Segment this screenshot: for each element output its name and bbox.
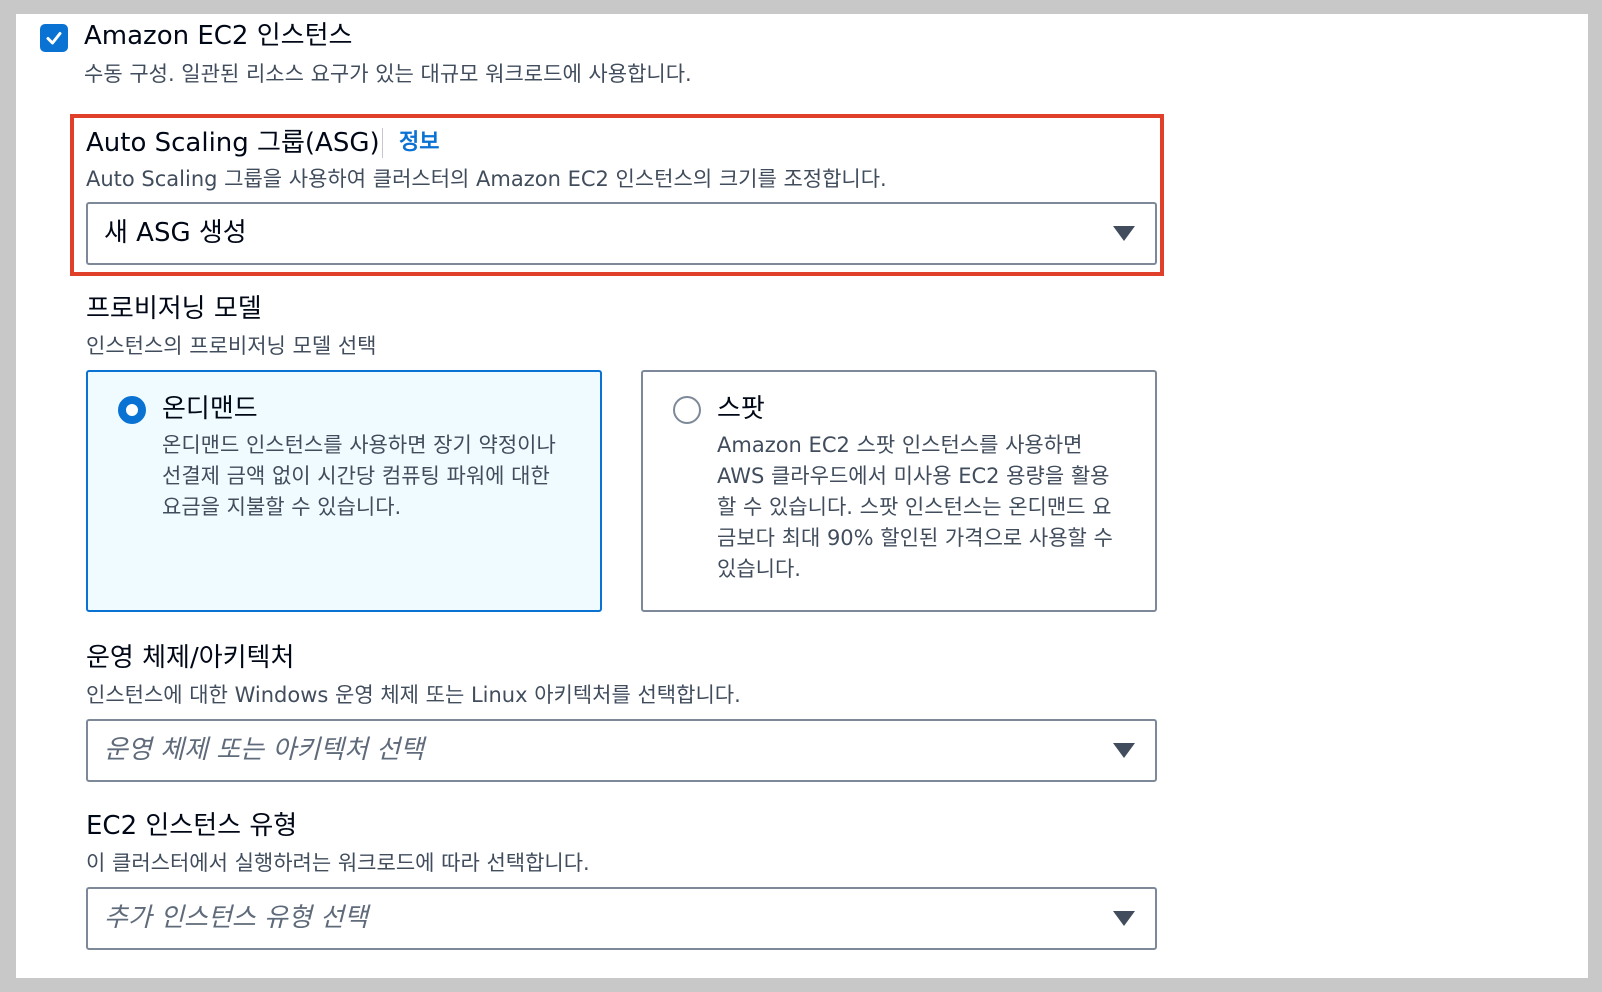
on-demand-description: 온디맨드 인스턴스를 사용하면 장기 약정이나 선결제 금액 없이 시간당 컴퓨… [162,433,556,519]
asg-description: Auto Scaling 그룹을 사용하여 클러스터의 Amazon EC2 인… [86,167,887,191]
caret-down-icon [1113,226,1135,241]
ec2-instances-title[interactable]: Amazon EC2 인스턴스 [84,18,352,54]
instance-type-label: EC2 인스턴스 유형 [86,811,298,841]
asg-label: Auto Scaling 그룹(ASG) [86,128,380,158]
asg-select[interactable]: 새 ASG 생성 [86,202,1157,265]
ec2-instances-checkbox[interactable] [40,24,68,52]
on-demand-title: 온디맨드 [162,394,258,424]
os-architecture-placeholder: 운영 체제 또는 아키텍처 선택 [104,735,425,765]
ec2-capacity-panel: Amazon EC2 인스턴스 수동 구성. 일관된 리소스 요구가 있는 대규… [16,14,1588,978]
instance-type-select[interactable]: 추가 인스턴스 유형 선택 [86,887,1157,950]
os-architecture-label: 운영 체제/아키텍처 [86,643,295,673]
os-architecture-select[interactable]: 운영 체제 또는 아키텍처 선택 [86,719,1157,782]
instance-type-description: 이 클러스터에서 실행하려는 워크로드에 따라 선택합니다. [86,851,590,875]
info-separator [382,128,383,158]
asg-info-link[interactable]: 정보 [399,127,439,159]
checkmark-icon [46,32,62,45]
spot-title: 스팟 [717,394,765,424]
provisioning-model-label: 프로비저닝 모델 [86,294,262,324]
caret-down-icon [1113,911,1135,926]
instance-type-placeholder: 추가 인스턴스 유형 선택 [104,903,368,933]
asg-select-value: 새 ASG 생성 [104,218,247,248]
os-architecture-description: 인스턴스에 대한 Windows 운영 체제 또는 Linux 아키텍처를 선택… [86,683,741,707]
ec2-instances-description: 수동 구성. 일관된 리소스 요구가 있는 대규모 워크로드에 사용합니다. [84,62,692,86]
spot-tile[interactable]: 스팟 Amazon EC2 스팟 인스턴스를 사용하면 AWS 클라우드에서 미… [641,370,1157,612]
spot-radio[interactable] [673,396,701,424]
provisioning-model-description: 인스턴스의 프로비저닝 모델 선택 [86,334,377,358]
spot-description: Amazon EC2 스팟 인스턴스를 사용하면 AWS 클라우드에서 미사용 … [717,433,1113,581]
on-demand-radio[interactable] [118,396,146,424]
caret-down-icon [1113,743,1135,758]
on-demand-tile[interactable]: 온디맨드 온디맨드 인스턴스를 사용하면 장기 약정이나 선결제 금액 없이 시… [86,370,602,612]
